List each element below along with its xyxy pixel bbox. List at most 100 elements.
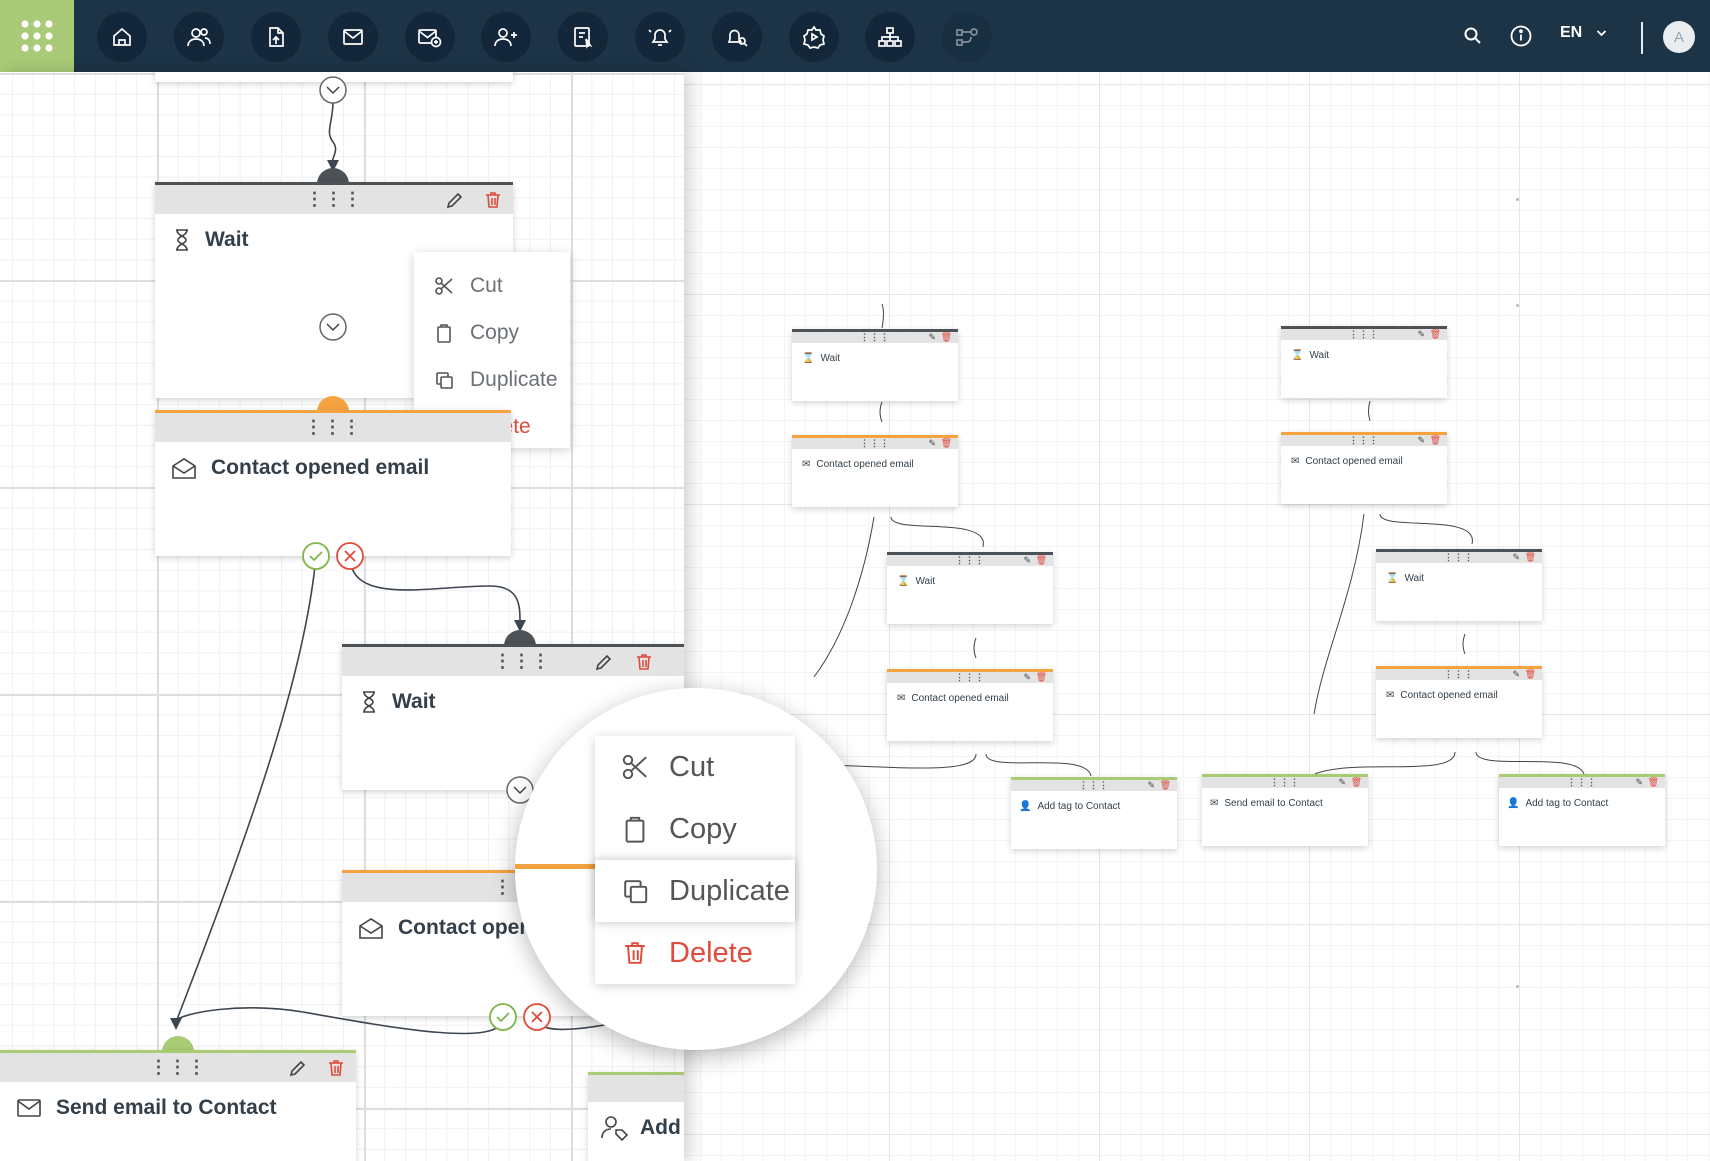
edit-icon[interactable]: ✎	[1147, 780, 1155, 791]
drag-handle-icon[interactable]: ⋮⋮⋮	[494, 651, 551, 672]
drag-handle-icon[interactable]: ⋮⋮⋮	[1567, 777, 1597, 788]
magnifier-callout: il Cut Copy Duplicate Delete	[515, 688, 877, 1050]
node-title: Add tag to Contact	[1037, 800, 1121, 812]
canvas-dot	[1516, 304, 1519, 307]
menu-item-copy[interactable]: Copy	[414, 309, 570, 356]
contacts-icon[interactable]	[174, 12, 224, 62]
drag-handle-icon[interactable]: ⋮⋮⋮	[860, 438, 890, 449]
notifications-icon[interactable]	[635, 12, 685, 62]
edit-icon[interactable]	[288, 1058, 308, 1078]
edit-icon[interactable]	[594, 652, 614, 672]
edit-icon[interactable]: ✎	[1023, 555, 1031, 566]
workflow-node-contact-opened-email[interactable]: ⋮⋮⋮ Contact opened email	[155, 410, 511, 556]
drag-handle-icon[interactable]: ⋮⋮⋮	[306, 189, 363, 210]
search-icon[interactable]	[1457, 20, 1489, 52]
workflow-node-wait[interactable]: ⋮⋮⋮ ✎ 🗑 ⌛ Wait	[1376, 549, 1542, 621]
edit-icon[interactable]: ✎	[1417, 435, 1425, 446]
trash-icon[interactable]: 🗑	[1648, 777, 1659, 788]
drag-handle-icon[interactable]: ⋮⋮⋮	[955, 672, 985, 683]
home-icon[interactable]	[97, 12, 147, 62]
menu-item-cut[interactable]: Cut	[414, 262, 570, 309]
trash-icon[interactable]: 🗑	[1430, 329, 1441, 340]
automation-settings-icon[interactable]	[789, 12, 839, 62]
drag-handle-icon[interactable]: ⋮⋮⋮	[1270, 777, 1300, 788]
chevron-down-circle-icon[interactable]	[318, 312, 348, 342]
edit-icon[interactable]: ✎	[1338, 777, 1346, 788]
workflow-node-contact-opened-email[interactable]: ⋮⋮⋮ ✎ 🗑 ✉ Contact opened email	[792, 435, 958, 507]
node-title: Wait	[392, 690, 436, 713]
workflow-node-contact-opened-email[interactable]: ⋮⋮⋮ ✎ 🗑 ✉ Contact opened email	[1376, 666, 1542, 738]
language-selector[interactable]: EN	[1560, 24, 1607, 42]
workflow-icon[interactable]	[942, 12, 992, 62]
hourglass-icon: ⌛	[1291, 349, 1304, 361]
workflow-node-add-tag[interactable]: ⋮⋮⋮ ✎ 🗑 👤 Add tag to Contact	[1499, 774, 1665, 846]
drag-handle-icon[interactable]: ⋮⋮⋮	[1444, 669, 1474, 680]
drag-handle-icon[interactable]: ⋮⋮⋮	[150, 1057, 207, 1078]
workflow-node-wait[interactable]: ⋮⋮⋮ ✎ 🗑 ⌛ Wait	[792, 329, 958, 401]
edit-icon[interactable]: ✎	[1417, 329, 1425, 340]
drag-handle-icon[interactable]: ⋮⋮⋮	[1444, 552, 1474, 563]
yes-branch-icon[interactable]	[488, 1002, 518, 1032]
menu-item-duplicate[interactable]: Duplicate	[595, 860, 795, 922]
workflow-node-add-tag[interactable]: ⋮⋮⋮ ✎ 🗑 👤 Add tag to Contact	[1011, 777, 1177, 849]
canvas-dot	[1516, 198, 1519, 201]
trash-icon[interactable]: 🗑	[941, 438, 952, 449]
tag-user-icon: 👤	[1507, 797, 1520, 809]
drag-handle-icon[interactable]: ⋮⋮⋮	[305, 417, 362, 438]
email-campaign-icon[interactable]	[405, 12, 455, 62]
drag-handle-icon[interactable]: ⋮⋮⋮	[860, 332, 890, 343]
add-contact-icon[interactable]	[481, 12, 531, 62]
org-structure-icon[interactable]	[865, 12, 915, 62]
trash-icon[interactable]	[634, 652, 654, 672]
chevron-down-circle-icon[interactable]	[318, 75, 348, 105]
workflow-canvas-overview[interactable]: ⋮⋮⋮ ✎ 🗑 ⌛ Wait ⋮⋮⋮ ✎ 🗑 ✉ Contact opened email …	[684, 72, 1710, 1161]
edit-icon[interactable]: ✎	[1512, 669, 1520, 680]
avatar[interactable]: A	[1663, 21, 1695, 53]
drag-handle-icon[interactable]: ⋮⋮⋮	[1079, 780, 1109, 791]
hourglass-icon: ⌛	[802, 352, 815, 364]
trash-icon[interactable]: 🗑	[1430, 435, 1441, 446]
menu-item-copy[interactable]: Copy	[595, 798, 795, 860]
yes-branch-icon[interactable]	[301, 541, 331, 571]
drag-handle-icon[interactable]: ⋮⋮⋮	[1349, 329, 1379, 340]
trash-icon[interactable]	[483, 190, 503, 210]
trash-icon[interactable]: 🗑	[1036, 555, 1047, 566]
import-icon[interactable]	[251, 12, 301, 62]
email-icon[interactable]	[328, 12, 378, 62]
workflow-node-contact-opened-email[interactable]: ⋮⋮⋮ ✎ 🗑 ✉ Contact opened email	[887, 669, 1053, 741]
edit-icon[interactable]: ✎	[928, 438, 936, 449]
edit-icon[interactable]: ✎	[1023, 672, 1031, 683]
trash-icon[interactable]	[326, 1058, 346, 1078]
trash-icon[interactable]: 🗑	[941, 332, 952, 343]
workflow-node-contact-opened-email[interactable]: ⋮⋮⋮ ✎ 🗑 ✉ Contact opened email	[1281, 432, 1447, 504]
menu-item-delete[interactable]: Delete	[595, 922, 795, 984]
workflow-node-wait[interactable]: ⋮⋮⋮ ✎ 🗑 ⌛ Wait	[887, 552, 1053, 624]
edit-icon[interactable]: ✎	[1635, 777, 1643, 788]
trash-icon[interactable]: 🗑	[1525, 669, 1536, 680]
edit-icon[interactable]	[445, 190, 465, 210]
workflow-node-send-email[interactable]: ⋮⋮⋮ Send email to Contact	[0, 1050, 356, 1161]
drag-handle-icon[interactable]: ⋮⋮⋮	[955, 555, 985, 566]
trash-icon[interactable]: 🗑	[1160, 780, 1171, 791]
workflow-node-send-email[interactable]: ⋮⋮⋮ ✎ 🗑 ✉ Send email to Contact	[1202, 774, 1368, 846]
menu-item-duplicate[interactable]: Duplicate	[414, 356, 570, 403]
edit-icon[interactable]: ✎	[1512, 552, 1520, 563]
menu-item-cut[interactable]: Cut	[595, 736, 795, 798]
canvas-dot	[1516, 985, 1519, 988]
workflow-node-wait[interactable]: ⋮⋮⋮ ✎ 🗑 ⌛ Wait	[1281, 326, 1447, 398]
forms-icon[interactable]	[558, 12, 608, 62]
app-grid-icon[interactable]	[0, 0, 74, 72]
node-title: Contact opened email	[211, 456, 430, 479]
magnified-header-stripe	[515, 864, 605, 869]
trash-icon[interactable]: 🗑	[1036, 672, 1047, 683]
edit-icon[interactable]: ✎	[928, 332, 936, 343]
trash-icon[interactable]: 🗑	[1351, 777, 1362, 788]
workflow-node-add-tag[interactable]: Add	[588, 1072, 684, 1161]
envelope-open-icon: ✉	[1386, 689, 1395, 701]
drag-handle-icon[interactable]: ⋮⋮⋮	[1349, 435, 1379, 446]
alerts-icon[interactable]	[712, 12, 762, 62]
no-branch-icon[interactable]	[335, 541, 365, 571]
info-icon[interactable]	[1505, 20, 1537, 52]
hourglass-icon	[363, 691, 375, 713]
trash-icon[interactable]: 🗑	[1525, 552, 1536, 563]
